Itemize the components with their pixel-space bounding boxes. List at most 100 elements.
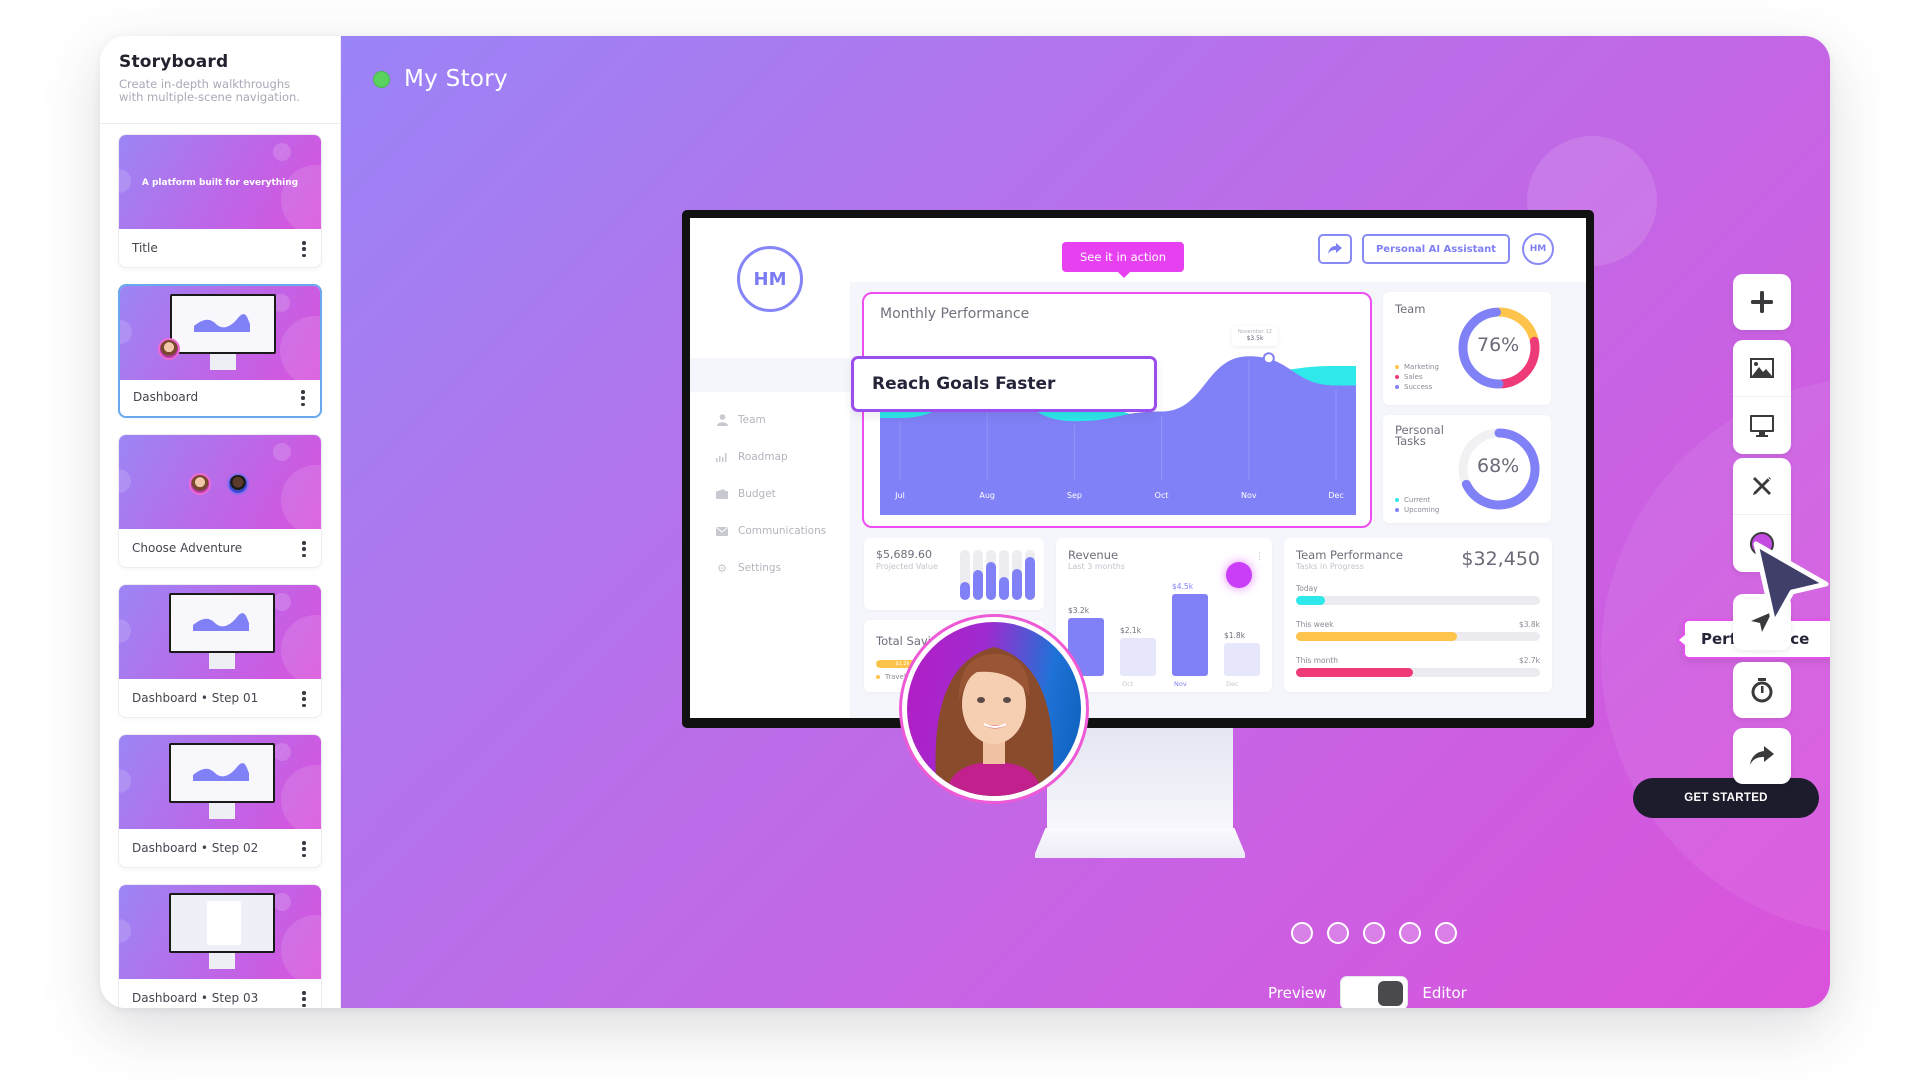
personal-ai-assistant-button[interactable]: Personal AI Assistant [1362, 234, 1510, 264]
x-tick-label: Nov [1241, 491, 1257, 500]
storyboard-window: Storyboard Create in-depth walkthroughs … [100, 36, 1830, 1008]
mode-toggle-row: Preview Editor [1268, 976, 1467, 1008]
see-it-in-action-tooltip[interactable]: See it in action [1062, 242, 1184, 278]
editor-label[interactable]: Editor [1422, 984, 1466, 1002]
hotspot-marker[interactable] [1226, 562, 1252, 588]
scene-card-step-03[interactable]: Dashboard • Step 03 [118, 884, 322, 1008]
progress-track [1296, 668, 1540, 677]
progress-fill [1296, 632, 1458, 641]
nav-label: Budget [738, 488, 776, 500]
more-vertical-icon[interactable] [301, 691, 307, 707]
progress-fill [1296, 596, 1326, 605]
scene-card-dashboard[interactable]: Dashboard [118, 284, 322, 418]
revenue-bar [1172, 594, 1208, 676]
revenue-category-label: Nov [1174, 680, 1187, 688]
design-tools-button[interactable] [1733, 458, 1791, 515]
dashboard-screen: HM Team Roadmap Budget Communications ⚙ … [690, 218, 1586, 718]
storyboard-panel: Storyboard Create in-depth walkthroughs … [100, 36, 341, 1008]
team-legend: Marketing Sales Success [1395, 362, 1439, 392]
pagination-dot[interactable] [1435, 922, 1457, 944]
progress-value: $2.7k [1518, 656, 1540, 665]
plus-icon [1751, 291, 1773, 313]
revenue-bar-label: $1.8k [1224, 631, 1246, 641]
share-arrow-icon [1328, 243, 1342, 254]
story-title[interactable]: My Story [404, 66, 508, 92]
preview-editor-toggle[interactable] [1340, 976, 1409, 1008]
projected-bar-fill [999, 577, 1009, 600]
tasks-percent: 68% [1477, 455, 1520, 477]
more-vertical-icon[interactable] [301, 841, 307, 857]
toolbar-group-add [1733, 274, 1791, 330]
progress-label: Today [1296, 584, 1318, 593]
timer-button[interactable] [1733, 662, 1791, 718]
toolbar-group-timer [1733, 662, 1791, 718]
more-vertical-icon[interactable] [301, 991, 307, 1007]
design-tools-icon [1753, 477, 1771, 495]
share-button[interactable] [1318, 234, 1352, 264]
image-button[interactable] [1733, 340, 1791, 397]
monthly-performance-title: Monthly Performance [880, 306, 1030, 322]
projected-bar [1025, 550, 1035, 600]
reach-goals-callout[interactable]: Reach Goals Faster [851, 356, 1157, 412]
projected-bar-fill [986, 561, 996, 600]
pagination-dot[interactable] [1363, 922, 1385, 944]
revenue-category-label: Oct [1122, 680, 1134, 688]
projected-bar-fill [1012, 568, 1022, 600]
scene-pagination [1291, 922, 1471, 944]
legend-item: Success [1395, 382, 1439, 392]
team-title: Team [1395, 302, 1426, 316]
gear-icon: ⚙ [717, 561, 727, 575]
scene-card-choose-adventure[interactable]: Choose Adventure [118, 434, 322, 568]
storyboard-title: Storyboard [119, 52, 229, 72]
top-avatar[interactable]: HM [1522, 233, 1554, 265]
preview-label[interactable]: Preview [1268, 984, 1326, 1002]
revenue-card: Revenue Last 3 months ⋮ $3.2kSept$2.1kOc… [1056, 538, 1272, 692]
revenue-category-label: Dec [1226, 680, 1239, 688]
presenter-avatar[interactable] [899, 614, 1089, 804]
revenue-bar [1224, 643, 1260, 676]
pagination-dot[interactable] [1399, 922, 1421, 944]
team-performance-card: Team Performance Tasks in Progress $32,4… [1284, 538, 1552, 692]
get-started-button[interactable]: GET STARTED [1633, 778, 1819, 818]
nav-item-roadmap[interactable]: Roadmap [716, 451, 788, 463]
mini-avatar [158, 338, 180, 360]
scene-thumbnail: A platform built for everything [119, 135, 321, 229]
nav-item-communications[interactable]: Communications [716, 525, 826, 537]
progress-label: This month [1296, 656, 1339, 665]
wallet-icon [716, 488, 728, 500]
revenue-bar-label: $4.5k [1172, 582, 1194, 591]
subtitle-line: with multiple-scene navigation. [119, 90, 300, 104]
more-vertical-icon[interactable]: ⋮ [1255, 552, 1264, 562]
monitor-icon [1750, 414, 1774, 437]
nav-item-budget[interactable]: Budget [716, 488, 776, 500]
nav-item-settings[interactable]: ⚙ Settings [716, 561, 781, 575]
mini-avatar [227, 473, 249, 495]
pagination-dot[interactable] [1291, 922, 1313, 944]
chart-tooltip: November 12 $3.5k [1232, 326, 1278, 346]
nav-item-team[interactable]: Team [716, 414, 766, 426]
team-performance-subtitle: Tasks in Progress [1296, 562, 1364, 571]
scene-card-step-02[interactable]: Dashboard • Step 02 [118, 734, 322, 868]
scene-card-step-01[interactable]: Dashboard • Step 01 [118, 584, 322, 718]
more-vertical-icon[interactable] [300, 390, 306, 406]
share-scene-button[interactable] [1733, 728, 1791, 784]
screen-button[interactable] [1733, 397, 1791, 454]
team-card: Team Marketing Sales Success 76% [1383, 292, 1551, 405]
mouse-cursor-icon [1753, 541, 1829, 627]
thumbnail-text: A platform built for everything [141, 178, 299, 188]
bar-chart-icon [716, 451, 728, 463]
x-tick-label: Aug [979, 491, 995, 500]
scene-card-title[interactable]: A platform built for everything Title [118, 134, 322, 268]
storyboard-subtitle: Create in-depth walkthroughs with multip… [119, 78, 322, 104]
scene-thumbnail [119, 735, 321, 829]
nav-label: Roadmap [738, 451, 788, 463]
scene-label: Dashboard [133, 390, 199, 404]
revenue-bar-label: $3.2k [1068, 605, 1090, 615]
timer-icon [1751, 678, 1773, 703]
more-vertical-icon[interactable] [301, 241, 307, 257]
pagination-dot[interactable] [1327, 922, 1349, 944]
more-vertical-icon[interactable] [301, 541, 307, 557]
tooltip-value: $3.5k [1246, 335, 1264, 342]
toolbar-group-media [1733, 340, 1791, 454]
add-button[interactable] [1733, 274, 1791, 330]
